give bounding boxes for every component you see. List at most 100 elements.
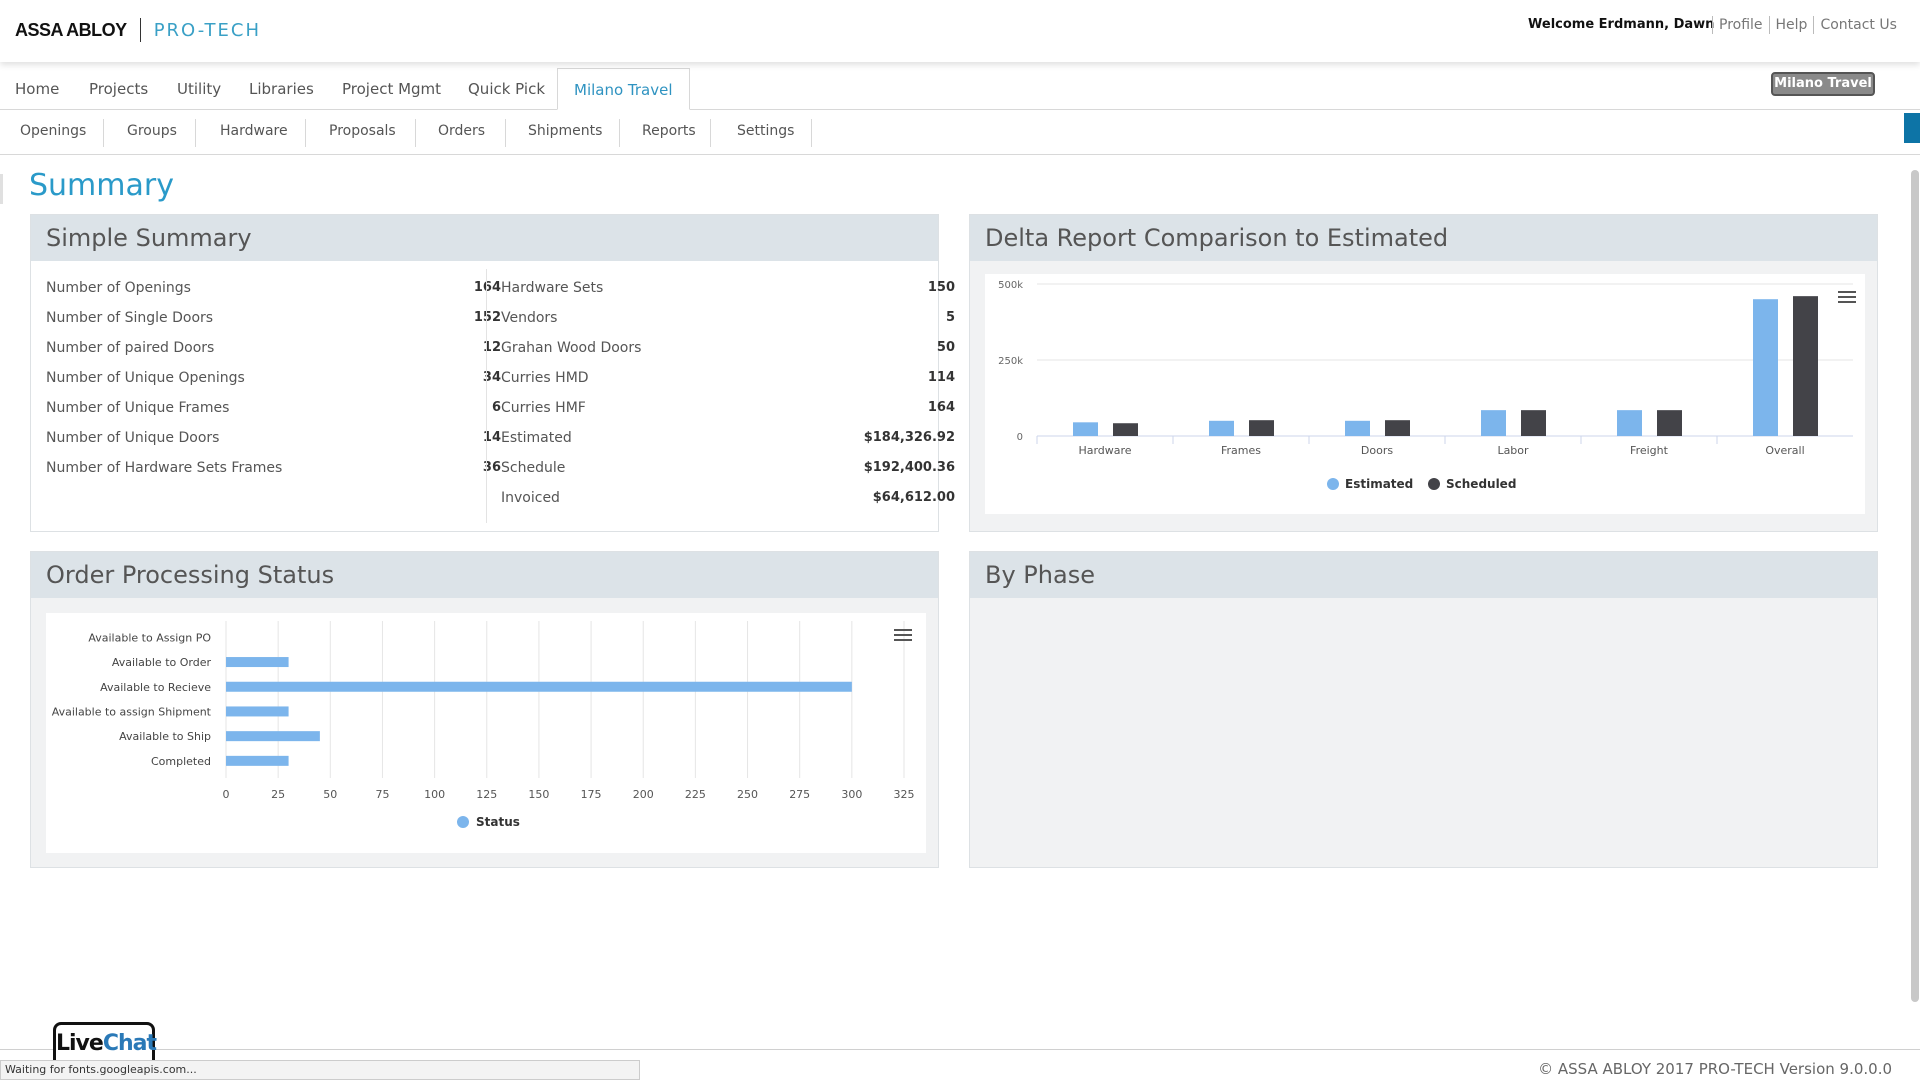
subnav-proposals[interactable]: Proposals: [329, 110, 396, 155]
subnav-divider: [415, 119, 416, 147]
subnav-reports[interactable]: Reports: [642, 110, 696, 155]
subnav-hardware[interactable]: Hardware: [220, 110, 288, 155]
stat-row: Number of Unique Doors 14: [46, 423, 501, 453]
stat-row: Number of Unique Frames 6: [46, 393, 501, 423]
chart-menu-icon[interactable]: [1838, 291, 1856, 305]
panel-title: Simple Summary: [31, 215, 938, 261]
x-tick-label: Overall: [1765, 444, 1804, 457]
top-header: ASSA ABLOY PRO-TECH Welcome Erdmann, Daw…: [0, 0, 1920, 62]
stat-value: $192,400.36: [863, 460, 955, 475]
x-tick-label: 150: [528, 788, 549, 801]
bar-scheduled: [1657, 410, 1682, 436]
stat-label: Estimated: [501, 430, 572, 446]
logo[interactable]: ASSA ABLOY PRO-TECH: [15, 18, 261, 42]
bar-status: [226, 706, 289, 717]
stat-row: Number of paired Doors 12: [46, 333, 501, 363]
y-tick-label: Available to Order: [112, 656, 212, 669]
bar-scheduled: [1385, 420, 1410, 436]
bar-status: [226, 657, 289, 668]
side-tab-handle[interactable]: [1904, 113, 1920, 143]
bar-estimated: [1481, 410, 1506, 436]
stat-label: Curries HMF: [501, 400, 586, 416]
y-tick-label: Available to assign Shipment: [52, 705, 212, 718]
order-status-chart-card: 0 25 50 75 100 125 150 175 200 225 250 275 300 325 Ava…: [46, 613, 926, 853]
stat-row: Number of Openings 164: [46, 273, 501, 303]
subnav-openings[interactable]: Openings: [20, 110, 86, 155]
stat-row: Grahan Wood Doors 50: [501, 333, 955, 363]
x-tick-label: 250: [737, 788, 758, 801]
livechat-button[interactable]: LiveChat: [53, 1022, 157, 1062]
bar-scheduled: [1113, 423, 1138, 436]
x-tick-label: Hardware: [1078, 444, 1131, 457]
delta-report-panel: Delta Report Comparison to Estimated 0 25…: [969, 214, 1878, 532]
logo-divider: [139, 18, 141, 42]
stat-label: Number of Unique Doors: [46, 430, 220, 446]
contact-us-link[interactable]: Contact Us: [1813, 16, 1897, 34]
stat-label: Number of Single Doors: [46, 310, 214, 326]
tab-projects[interactable]: Projects: [89, 68, 148, 110]
x-tick-label: 175: [581, 788, 602, 801]
stat-row: Number of Unique Openings 34: [46, 363, 501, 393]
subnav-divider: [195, 119, 196, 147]
footer-divider: [0, 1049, 1920, 1050]
livechat-chat-text: Chat: [102, 1031, 157, 1056]
x-tick-label: Frames: [1221, 444, 1261, 457]
stat-label: Number of Unique Openings: [46, 370, 245, 386]
tab-utility[interactable]: Utility: [177, 68, 221, 110]
bar-estimated: [1345, 420, 1370, 436]
help-link[interactable]: Help: [1768, 16, 1814, 34]
stat-row: Invoiced $64,612.00: [501, 483, 955, 513]
tab-milano-travel[interactable]: Milano Travel: [557, 68, 690, 110]
subnav-shipments[interactable]: Shipments: [528, 110, 602, 155]
panel-title: Delta Report Comparison to Estimated: [970, 215, 1877, 261]
x-tick-label: 300: [841, 788, 862, 801]
subnav-groups[interactable]: Groups: [127, 110, 177, 155]
legend-label: Status: [476, 815, 520, 829]
bar-status: [226, 755, 289, 766]
stat-label: Invoiced: [501, 490, 560, 506]
bar-status: [226, 731, 320, 742]
subnav-settings[interactable]: Settings: [737, 110, 794, 155]
order-status-chart: 0 25 50 75 100 125 150 175 200 225 250 275 300 325 Ava…: [52, 621, 915, 829]
subnav-divider: [811, 119, 812, 147]
stat-row: Vendors 5: [501, 303, 955, 333]
stat-label: Curries HMD: [501, 370, 589, 386]
x-tick-label: 0: [223, 788, 230, 801]
stat-row: Number of Hardware Sets Frames 36: [46, 453, 501, 483]
stat-row: Curries HMF 164: [501, 393, 955, 423]
y-tick-label: 0: [1017, 432, 1023, 443]
stat-label: Schedule: [501, 460, 566, 476]
stat-row: Estimated $184,326.92: [501, 423, 955, 453]
x-tick-label: Freight: [1630, 444, 1669, 457]
stat-label: Number of Openings: [46, 280, 191, 296]
project-badge[interactable]: Milano Travel: [1771, 72, 1875, 96]
page-scrollbar[interactable]: [1911, 170, 1919, 1002]
x-tick-label: 225: [685, 788, 706, 801]
chart-menu-icon[interactable]: [894, 629, 912, 643]
tab-home[interactable]: Home: [15, 68, 59, 110]
subnav-divider: [710, 119, 711, 147]
stats-right-column: Hardware Sets 150 Vendors 5 Grahan Wood Door…: [501, 273, 955, 513]
profile-link[interactable]: Profile: [1712, 16, 1769, 34]
tab-quick-pick[interactable]: Quick Pick: [468, 68, 545, 110]
copyright-text: © ASSA ABLOY 2017 PRO-TECH Version 9.0.0…: [1538, 1060, 1892, 1078]
stat-value: 152: [473, 310, 501, 325]
stat-label: Number of paired Doors: [46, 340, 215, 356]
title-marker: [0, 174, 3, 204]
x-tick-label: Labor: [1497, 444, 1529, 457]
tab-libraries[interactable]: Libraries: [249, 68, 314, 110]
stat-value: 150: [927, 280, 955, 295]
delta-chart: 0 250k 500k Hardware Frames Doors Labor Freight…: [998, 280, 1853, 491]
legend-marker: [1428, 478, 1440, 490]
tab-project-mgmt[interactable]: Project Mgmt: [342, 68, 441, 110]
order-status-panel: Order Processing Status 0 25 50 75 100 125 150…: [30, 551, 939, 868]
x-tick-label: 100: [424, 788, 445, 801]
stat-value: 5: [945, 310, 955, 325]
bar-estimated: [1753, 299, 1778, 436]
x-tick-label: 275: [789, 788, 810, 801]
stat-label: Number of Unique Frames: [46, 400, 230, 416]
simple-summary-body: Number of Openings 164 Number of Single Do…: [31, 261, 955, 531]
brand-name: ASSA ABLOY: [15, 19, 127, 40]
subnav-orders[interactable]: Orders: [438, 110, 485, 155]
bar-scheduled: [1793, 296, 1818, 436]
